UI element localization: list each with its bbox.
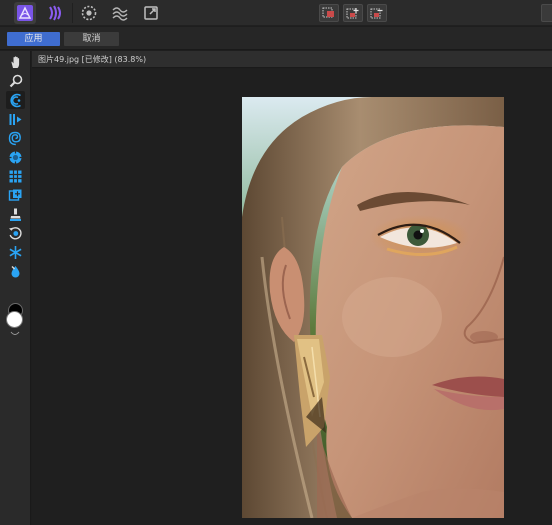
- photo-persona-button[interactable]: [14, 2, 36, 24]
- mask-add-icon: [346, 8, 359, 19]
- pinch-tool[interactable]: [6, 148, 25, 166]
- tone-mapping-persona-icon: [112, 7, 128, 21]
- quick-mask-button[interactable]: [319, 4, 339, 22]
- push-forward-tool[interactable]: [6, 91, 25, 109]
- thaw-tool-icon: [9, 245, 22, 259]
- export-persona-button[interactable]: [140, 2, 162, 24]
- liquify-persona-icon: [49, 5, 61, 21]
- context-toolbar: 应用 取消: [0, 27, 552, 50]
- hand-tool-icon: [10, 56, 19, 68]
- portrait-image: [242, 97, 504, 518]
- mesh-clone-tool[interactable]: [6, 167, 25, 185]
- reconstruct-tool[interactable]: [6, 224, 25, 242]
- push-forward-tool-icon: [10, 93, 21, 107]
- freeze-tool-icon: [10, 208, 21, 221]
- develop-persona-icon: [81, 5, 97, 21]
- turbulence-tool[interactable]: [6, 186, 25, 204]
- secondary-color-swatch[interactable]: [6, 311, 23, 328]
- liquify-mask-tool-icon: [11, 265, 20, 277]
- pinch-tool-icon: [9, 150, 22, 164]
- quick-mask-icon: [322, 7, 334, 18]
- document-tab[interactable]: 图片49.jpg [已修改] (83.8%): [32, 51, 552, 68]
- thaw-tool[interactable]: [6, 243, 25, 261]
- overflow-menu-button[interactable]: [541, 4, 552, 22]
- push-left-tool-icon: [9, 113, 22, 125]
- tools-panel: [0, 51, 31, 525]
- portrait-photo[interactable]: [242, 97, 504, 518]
- export-persona-icon: [144, 6, 158, 20]
- document-title: 图片49.jpg [已修改] (83.8%): [38, 55, 147, 64]
- tone-mapping-persona-button[interactable]: [109, 2, 131, 24]
- mask-subtract-icon: [370, 8, 383, 19]
- twirl-tool[interactable]: [6, 129, 25, 147]
- hand-tool[interactable]: [6, 53, 25, 71]
- apply-button[interactable]: 应用: [7, 32, 60, 46]
- zoom-tool-icon: [9, 74, 22, 88]
- turbulence-tool-icon: [8, 189, 22, 201]
- zoom-tool[interactable]: [6, 72, 25, 90]
- persona-toolbar: [0, 0, 552, 26]
- toolbar-divider: [72, 3, 73, 23]
- liquify-persona-button[interactable]: [45, 2, 67, 24]
- twirl-tool-icon: [8, 131, 21, 145]
- mask-subtract-button[interactable]: [367, 4, 387, 22]
- liquify-mask-tool[interactable]: [6, 262, 25, 280]
- mesh-clone-tool-icon: [9, 170, 22, 182]
- push-left-tool[interactable]: [6, 110, 25, 128]
- color-swatches[interactable]: [5, 303, 27, 337]
- cancel-button[interactable]: 取消: [64, 32, 119, 46]
- mask-add-button[interactable]: [343, 4, 363, 22]
- photo-persona-icon: [17, 5, 33, 21]
- swap-colors-icon[interactable]: [10, 331, 20, 337]
- develop-persona-button[interactable]: [78, 2, 100, 24]
- freeze-tool[interactable]: [6, 205, 25, 223]
- reconstruct-tool-icon: [9, 226, 22, 239]
